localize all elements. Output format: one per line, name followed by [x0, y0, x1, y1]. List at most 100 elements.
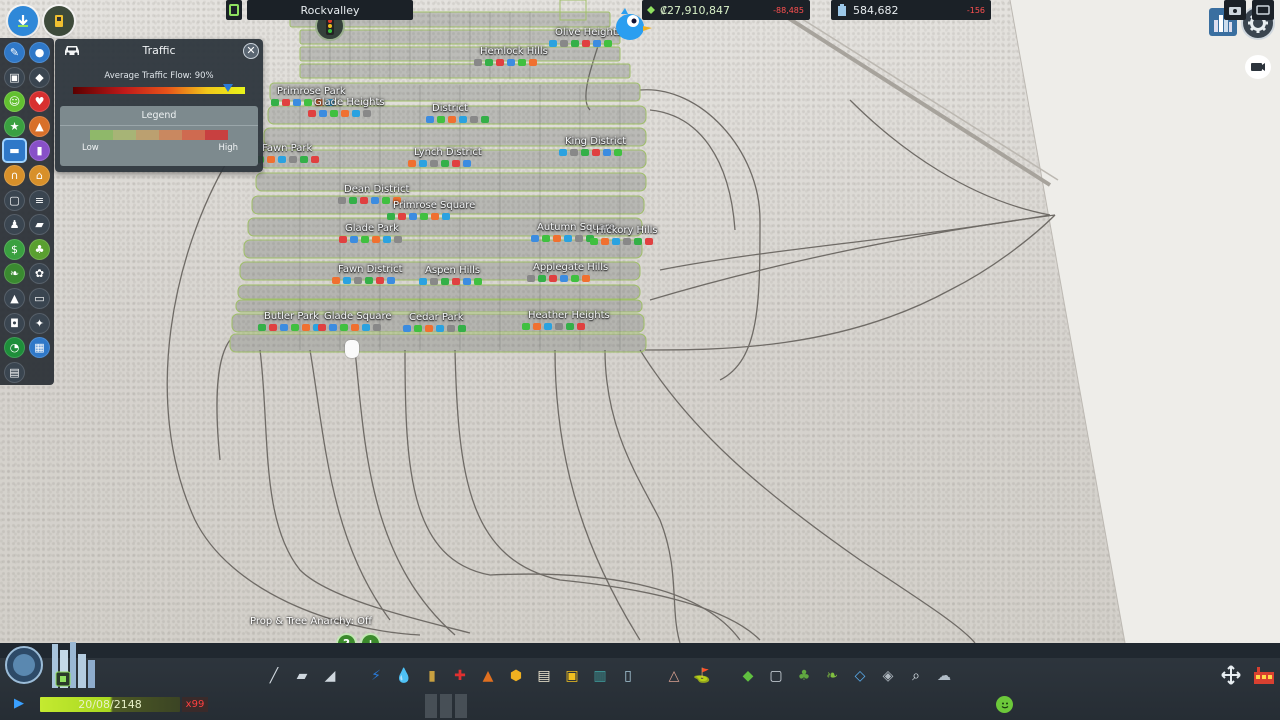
info-view-button[interactable]: ♥ — [29, 91, 50, 113]
district-label[interactable]: Hickory Hills — [596, 225, 658, 236]
speed-bar-2[interactable] — [440, 694, 452, 718]
info-view-button[interactable]: ▭ — [29, 287, 50, 309]
home-icon: ⌂ — [36, 168, 43, 182]
info-view-button[interactable]: ▲ — [29, 115, 50, 137]
info-view-button[interactable]: ♣ — [29, 238, 50, 260]
tool-button[interactable]: ▯ — [617, 665, 639, 687]
play-button[interactable]: ▶ — [14, 696, 36, 714]
district-label[interactable]: Heather Heights — [528, 310, 610, 321]
tool-button[interactable]: ◈ — [877, 665, 899, 687]
district-status-icon — [293, 99, 301, 106]
district-label[interactable]: Fawn Park — [262, 143, 312, 154]
district-status-icon — [329, 324, 337, 331]
pause-button[interactable] — [226, 0, 242, 20]
tool-button[interactable]: ╱ — [263, 665, 285, 687]
info-view-button[interactable]: ★ — [4, 115, 25, 137]
tool-button[interactable]: ▣ — [561, 665, 583, 687]
info-view-button[interactable]: ▢ — [4, 189, 25, 211]
city-name-box[interactable]: Rockvalley — [247, 0, 413, 20]
district-status-icon — [420, 213, 428, 220]
speed-controls[interactable] — [425, 694, 469, 718]
district-label[interactable]: King District — [565, 136, 626, 147]
info-view-button[interactable]: ▦ — [29, 337, 50, 359]
money-box[interactable]: ₡27,910,847 -88,485 — [642, 0, 810, 20]
speed-bar-1[interactable] — [425, 694, 437, 718]
bulldozer-button[interactable] — [44, 6, 74, 36]
info-view-button[interactable]: ✿ — [29, 263, 50, 285]
info-views-button[interactable] — [1252, 664, 1276, 686]
info-view-button[interactable]: ≡ — [29, 189, 50, 211]
tool-button[interactable]: ⛳ — [691, 665, 713, 687]
info-view-button[interactable]: ● — [29, 42, 50, 63]
district-label[interactable]: Fawn District — [338, 264, 403, 275]
tool-button[interactable]: ❧ — [821, 665, 843, 687]
happiness-button[interactable] — [996, 696, 1013, 713]
info-view-button[interactable]: ♟ — [4, 214, 25, 236]
info-view-button[interactable]: ☺ — [4, 91, 25, 113]
tool-button[interactable]: ♣ — [793, 665, 815, 687]
photo-mode-button[interactable] — [1245, 55, 1271, 79]
info-view-button[interactable]: ❧ — [4, 263, 25, 285]
city-milestone-icon[interactable] — [4, 640, 112, 694]
info-view-button[interactable]: ⌂ — [29, 164, 50, 186]
close-button[interactable]: ✕ — [243, 43, 259, 59]
tool-button[interactable]: ◆ — [737, 665, 759, 687]
district-label[interactable]: Cedar Park — [409, 312, 464, 323]
info-view-button[interactable]: ▮ — [29, 140, 50, 162]
screenshot-button[interactable] — [1224, 0, 1246, 20]
tool-button[interactable]: ☁ — [933, 665, 955, 687]
district-label[interactable]: Glade Square — [324, 311, 392, 322]
district-label[interactable]: Applegate Hills — [533, 262, 608, 273]
tool-button[interactable]: ◢ — [319, 665, 341, 687]
tool-button[interactable]: ⚡ — [365, 665, 387, 687]
free-camera-button[interactable] — [1252, 0, 1274, 20]
unlock-milestones-button[interactable] — [8, 6, 38, 36]
tool-button[interactable]: ▲ — [477, 665, 499, 687]
tool-button[interactable]: ⬢ — [505, 665, 527, 687]
tool-button[interactable]: ✚ — [449, 665, 471, 687]
play-icon: ▶ — [14, 696, 24, 711]
district-label[interactable]: Butler Park — [264, 311, 319, 322]
district-status-icon — [601, 238, 609, 245]
info-view-button[interactable]: ◆ — [29, 66, 50, 88]
district-label[interactable]: Hemlock Hills — [480, 46, 548, 57]
info-view-button[interactable]: ✎ — [4, 42, 25, 63]
district-label[interactable]: Primrose Square — [393, 200, 475, 211]
district-label[interactable]: Lynch District — [414, 147, 482, 158]
game-speed[interactable]: x99 — [182, 697, 208, 712]
district-label[interactable]: Dean District — [344, 184, 409, 195]
district-status-icon — [549, 275, 557, 282]
info-view-button[interactable]: ▲ — [4, 287, 25, 309]
district-label[interactable]: Primrose Park — [277, 86, 346, 97]
speed-bar-3[interactable] — [455, 694, 467, 718]
info-view-button[interactable]: ▰ — [29, 214, 50, 236]
district-label[interactable]: District — [432, 103, 468, 114]
panel-title: Traffic — [142, 44, 176, 57]
info-view-button[interactable]: ◘ — [4, 312, 25, 334]
info-view-button[interactable]: ▣ — [4, 66, 25, 88]
tool-button[interactable]: △ — [663, 665, 685, 687]
info-view-button[interactable]: ▬ — [4, 140, 25, 162]
tool-button[interactable]: 💧 — [393, 665, 415, 687]
tool-button[interactable]: ▥ — [589, 665, 611, 687]
district-status-icon — [341, 110, 349, 117]
tool-button[interactable]: ◇ — [849, 665, 871, 687]
info-view-button[interactable]: ▤ — [4, 361, 25, 383]
district-status-icon — [425, 325, 433, 332]
district-label[interactable]: Aspen Hills — [425, 265, 480, 276]
camera-icon: ◘ — [10, 316, 19, 330]
move-camera-button[interactable] — [1220, 664, 1242, 686]
tool-button[interactable]: ▢ — [765, 665, 787, 687]
info-view-button[interactable]: $ — [4, 238, 25, 260]
tool-button[interactable]: ⌕ — [905, 665, 927, 687]
district-label[interactable]: Glade Park — [345, 223, 399, 234]
info-view-button[interactable]: ◔ — [4, 337, 25, 359]
info-view-button[interactable]: ∩ — [4, 164, 25, 186]
tool-button[interactable]: ▤ — [533, 665, 555, 687]
district-label[interactable]: Glade Heights — [314, 97, 385, 108]
population-box[interactable]: 584,682 -156 — [831, 0, 991, 20]
tool-button[interactable]: ▰ — [291, 665, 313, 687]
info-view-button[interactable]: ✦ — [29, 312, 50, 334]
district-status-icon — [308, 110, 316, 117]
tool-button[interactable]: ▮ — [421, 665, 443, 687]
